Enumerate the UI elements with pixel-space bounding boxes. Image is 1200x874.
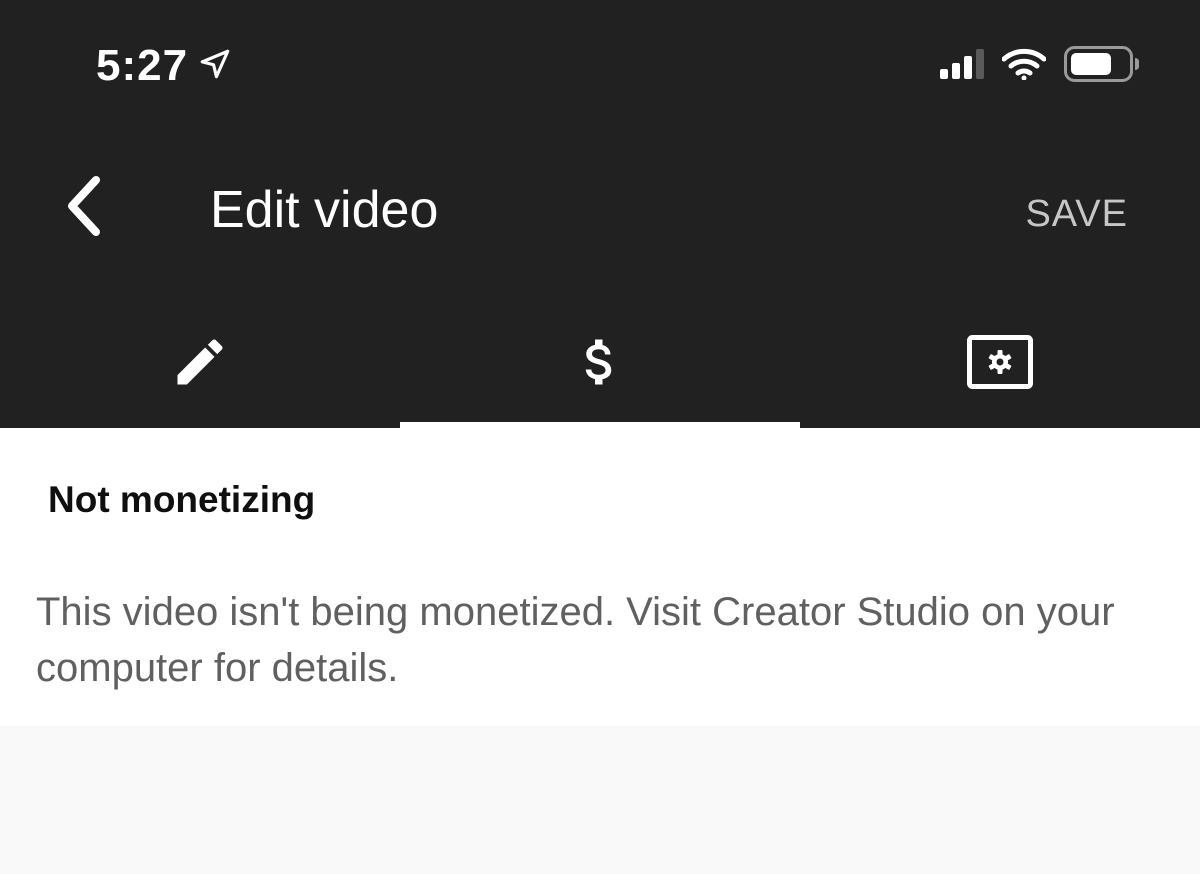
monetization-card: Not monetizing This video isn't being mo…: [0, 428, 1200, 726]
back-button[interactable]: [52, 175, 116, 241]
monetization-status-heading: Not monetizing: [48, 479, 316, 520]
status-time-group: 5:27: [96, 40, 232, 92]
empty-background-area: [0, 726, 1200, 874]
tab-details[interactable]: [0, 296, 400, 428]
page-title: Edit video: [210, 181, 439, 239]
settings-screen-icon: [967, 335, 1033, 389]
header: 5:27 Edit video SAVE: [0, 0, 1200, 428]
status-icons: [940, 46, 1140, 87]
tab-bar: [0, 296, 1200, 428]
pencil-icon: [170, 332, 230, 392]
status-time: 5:27: [96, 41, 189, 90]
dollar-icon: [570, 330, 630, 394]
chevron-left-icon: [64, 175, 104, 241]
location-arrow-icon: [198, 47, 232, 86]
tab-advanced-settings[interactable]: [800, 296, 1200, 428]
status-bar: 5:27: [0, 0, 1200, 130]
save-button[interactable]: SAVE: [1025, 192, 1128, 236]
tab-monetization[interactable]: [400, 296, 800, 428]
cellular-signal-icon: [940, 49, 984, 84]
edit-video-screen: 5:27 Edit video SAVE Not monetizing This…: [0, 0, 1200, 874]
monetization-description: This video isn't being monetized. Visit …: [36, 590, 1115, 690]
battery-icon: [1064, 46, 1140, 87]
wifi-icon: [1001, 48, 1047, 85]
app-bar: Edit video SAVE: [0, 150, 1200, 270]
